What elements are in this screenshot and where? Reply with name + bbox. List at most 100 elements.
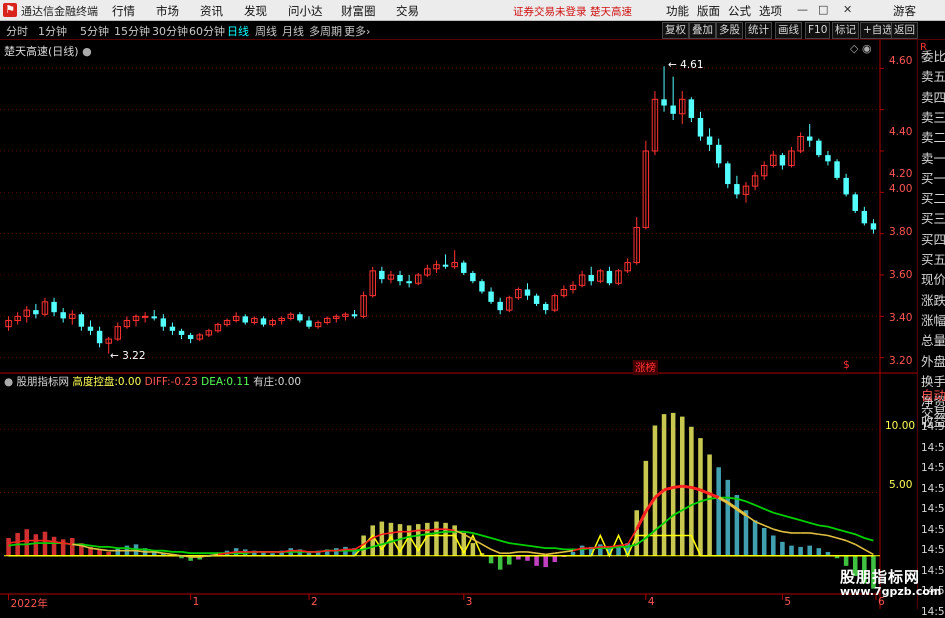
candle-body-down — [488, 291, 494, 302]
candle-body-down — [33, 310, 39, 315]
menu-gongshi[interactable]: 公式 — [728, 3, 751, 19]
chart-settings-icon[interactable]: ◇ ◉ — [850, 42, 872, 55]
menu-jiaoyi[interactable]: 交易 — [396, 3, 419, 19]
tool-tongji[interactable]: 统计 — [745, 22, 772, 39]
high-price-label: ← 4.61 — [668, 59, 704, 71]
candle-body-down — [379, 270, 385, 280]
period-30min[interactable]: 30分钟 — [152, 23, 188, 39]
candle-body-down — [661, 99, 667, 106]
candle-body-down — [497, 301, 503, 311]
menu-shichang[interactable]: 市场 — [156, 3, 179, 19]
period-zhouxian[interactable]: 周线 — [255, 23, 277, 39]
app-title: 通达信金融终端 — [21, 5, 98, 18]
menu-xuanxiang[interactable]: 选项 — [759, 3, 782, 19]
menu-caifuquan[interactable]: 财富圈 — [341, 3, 376, 19]
candle-body-down — [688, 99, 695, 118]
indicator-name[interactable]: 股朋指标网 — [17, 376, 70, 388]
candle-body-down — [160, 318, 167, 327]
high-price-value: 4.61 — [680, 59, 704, 71]
side-item[interactable]: 外盘 — [921, 351, 945, 370]
youzhuang-label: 有庄: — [253, 376, 278, 388]
stock-dropdown-icon[interactable]: ● — [82, 45, 92, 58]
period-more[interactable]: 更多› — [344, 23, 370, 39]
menu-hangqing[interactable]: 行情 — [112, 3, 135, 19]
side-item[interactable]: 现价 — [921, 269, 945, 288]
candle-body-up — [141, 315, 149, 318]
restore-icon[interactable]: □ — [818, 3, 828, 16]
side-item[interactable]: 买五 — [921, 249, 945, 268]
diff-line-segment — [536, 552, 546, 556]
menu-wenxiaoda[interactable]: 问小达 — [288, 3, 323, 19]
watermark-url: www.7gpzb.com — [840, 585, 942, 598]
side-item[interactable]: 总量 — [921, 330, 945, 349]
price-tick: 3.20 — [889, 355, 913, 367]
zhangbang-badge[interactable]: 涨榜 — [633, 360, 658, 375]
tool-diejia[interactable]: 叠加 — [689, 22, 716, 39]
side-item[interactable]: 卖二 — [921, 127, 945, 146]
tick-time: 14:56 — [921, 605, 945, 618]
side-item[interactable]: 买三 — [921, 208, 945, 227]
guest-label[interactable]: 游客 — [893, 3, 916, 19]
candle-body-down — [588, 275, 594, 282]
candle-body-down — [825, 155, 831, 162]
period-duozhouqi[interactable]: 多周期 — [309, 23, 342, 39]
indicator-series — [4, 412, 880, 589]
period-yuexian[interactable]: 月线 — [282, 23, 304, 39]
candle-body-down — [60, 312, 66, 319]
tool-biaoji[interactable]: 标记 — [832, 22, 859, 39]
candle-body-down — [834, 161, 840, 178]
date-tick-label: 3 — [465, 596, 473, 608]
diff-line-segment — [782, 530, 792, 534]
period-fenshi[interactable]: 分时 — [6, 23, 28, 39]
menu-zixun[interactable]: 资讯 — [200, 3, 223, 19]
period-rixian[interactable]: 日线 — [227, 23, 249, 39]
close-icon[interactable]: ✕ — [843, 3, 852, 16]
tool-f10[interactable]: F10 — [805, 22, 831, 39]
candle-body-down — [715, 144, 722, 164]
tool-fuquan[interactable]: 复权 — [662, 22, 689, 39]
dea-label: DEA: — [201, 376, 227, 388]
tick-time: 14:56 — [921, 441, 945, 454]
info-flag-icon[interactable]: $ — [843, 359, 850, 371]
period-15min[interactable]: 15分钟 — [114, 23, 150, 39]
minimize-icon[interactable]: — — [797, 3, 808, 16]
menu-faxian[interactable]: 发现 — [244, 3, 267, 19]
side-item[interactable]: 卖一 — [921, 148, 945, 167]
tool-huaxian[interactable]: 画线 — [775, 22, 802, 39]
period-tag: (日线) — [48, 45, 79, 58]
tool-back[interactable]: 返回 — [891, 22, 918, 39]
candle-body-down — [470, 272, 476, 282]
tick-time: 14:56 — [921, 523, 945, 536]
indicator-dropdown-icon[interactable]: ● — [4, 376, 13, 388]
candle-body-down — [187, 334, 194, 340]
diff-line-segment — [845, 539, 856, 546]
side-item[interactable]: 卖三 — [921, 107, 945, 126]
candle-body-down — [78, 314, 85, 327]
login-warning[interactable]: 证券交易未登录 — [513, 4, 587, 19]
price-tick: 4.00 — [889, 183, 913, 195]
side-item[interactable]: 卖五 — [921, 66, 945, 85]
menu-gongneng[interactable]: 功能 — [666, 3, 689, 19]
period-toolbar: 分时 1分钟 5分钟 15分钟 30分钟 60分钟 日线 周线 月线 多周期 更… — [0, 21, 945, 40]
side-item[interactable]: 买四 — [921, 229, 945, 248]
chart-area[interactable] — [0, 40, 917, 609]
side-trade-item[interactable]: 交易 — [921, 402, 945, 421]
stock-title: 楚天高速(日线) ● — [4, 43, 92, 59]
diff-line-segment — [773, 528, 783, 533]
period-60min[interactable]: 60分钟 — [189, 23, 225, 39]
tool-duogu[interactable]: 多股 — [716, 22, 743, 39]
side-item[interactable]: 买二 — [921, 188, 945, 207]
menu-banmian[interactable]: 版面 — [697, 3, 720, 19]
candle-body-down — [96, 330, 103, 344]
candle-body-down — [479, 281, 485, 292]
side-item[interactable]: 涨跌 — [921, 290, 945, 309]
period-1min[interactable]: 1分钟 — [38, 23, 67, 39]
side-item[interactable]: 卖四 — [921, 87, 945, 106]
period-5min[interactable]: 5分钟 — [80, 23, 109, 39]
candle-body-down — [397, 275, 403, 282]
watermark-title: 股朋指标网 — [840, 568, 921, 586]
candle-body-down — [260, 318, 267, 325]
side-item[interactable]: 委比 — [921, 46, 945, 65]
side-item[interactable]: 涨幅 — [921, 310, 945, 329]
side-item[interactable]: 买一 — [921, 168, 945, 187]
